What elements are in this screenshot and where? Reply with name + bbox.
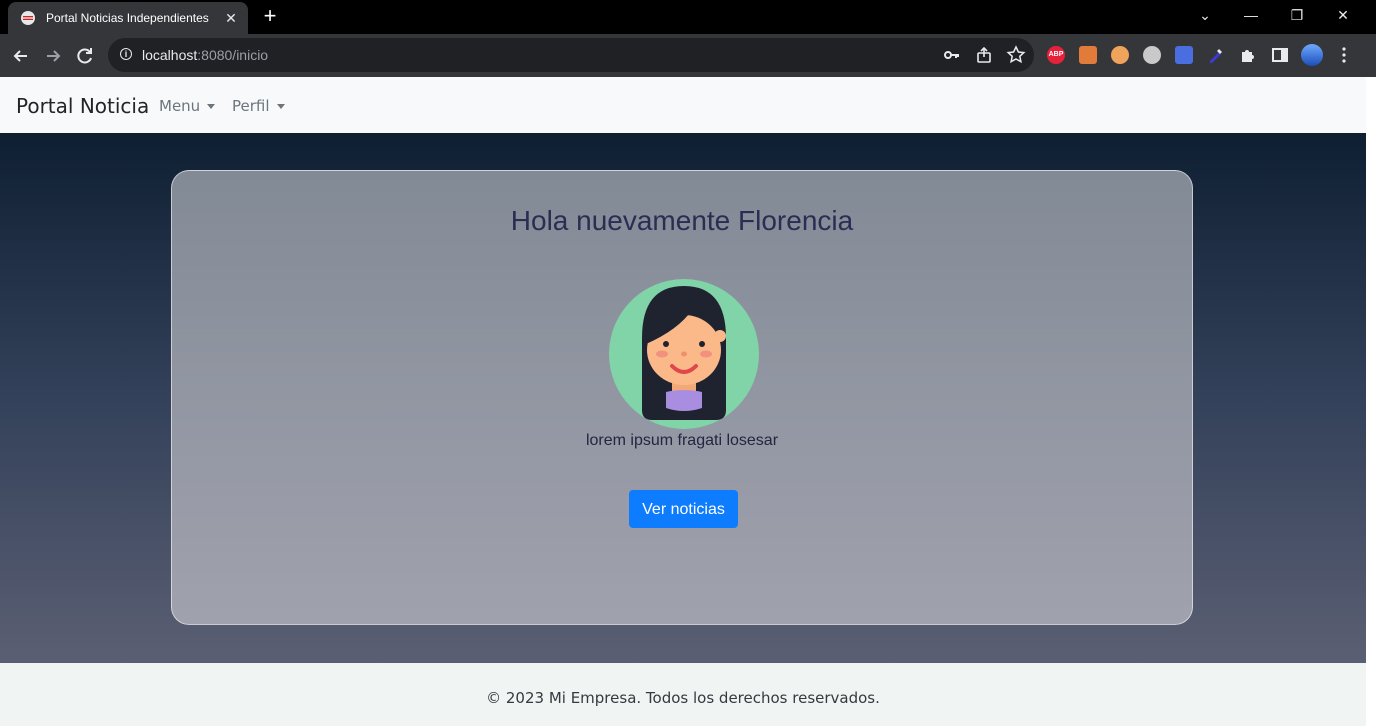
tab-search-icon[interactable]: ⌄: [1192, 4, 1218, 26]
caret-down-icon: [207, 104, 216, 109]
forward-arrow-icon[interactable]: [40, 43, 66, 69]
translate-icon[interactable]: [1175, 46, 1193, 64]
extension-icon-4[interactable]: [1143, 46, 1161, 64]
new-tab-icon[interactable]: +: [258, 4, 282, 28]
tab-title: Portal Noticias Independientes: [46, 11, 209, 25]
restore-icon[interactable]: ❐: [1284, 4, 1310, 26]
share-icon[interactable]: [974, 45, 994, 65]
site-favicon-icon: [21, 11, 35, 25]
greeting-heading: Hola nuevamente Florencia: [510, 205, 854, 236]
nav-profile-label: Perfil: [232, 97, 270, 115]
reload-icon[interactable]: [72, 43, 98, 69]
address-bar[interactable]: i localhost:8080/inicio: [108, 38, 1034, 72]
scrollbar-gutter: [1366, 77, 1376, 726]
minimize-icon[interactable]: —: [1238, 4, 1264, 26]
browser-tab-bar: Portal Noticias Independientes ✕ + ⌄ — ❐…: [0, 0, 1376, 34]
nav-menu-dropdown[interactable]: Menu: [159, 97, 216, 115]
key-icon[interactable]: [942, 45, 962, 65]
view-news-button[interactable]: Ver noticias: [629, 490, 738, 528]
navbar-brand[interactable]: Portal Noticia: [16, 94, 149, 118]
nav-profile-dropdown[interactable]: Perfil: [232, 97, 285, 115]
browser-menu-icon[interactable]: [1336, 46, 1352, 64]
welcome-card: Hola nuevamente Florencia lorem ipsum fr…: [171, 170, 1193, 625]
nav-menu-label: Menu: [159, 97, 201, 115]
browser-tab[interactable]: Portal Noticias Independientes ✕: [8, 2, 248, 34]
side-panel-icon[interactable]: [1271, 46, 1289, 64]
caret-down-icon: [276, 104, 285, 109]
extension-icon-2[interactable]: [1079, 46, 1097, 64]
tab-close-icon[interactable]: ✕: [222, 10, 240, 27]
site-info-icon[interactable]: i: [120, 48, 132, 60]
url-text[interactable]: localhost:8080/inicio: [142, 47, 268, 63]
user-avatar: [609, 279, 759, 429]
profile-avatar[interactable]: [1301, 44, 1323, 66]
extensions-puzzle-icon[interactable]: [1239, 46, 1257, 64]
main-section: Hola nuevamente Florencia lorem ipsum fr…: [0, 133, 1366, 663]
window-close-icon[interactable]: ✕: [1330, 4, 1356, 26]
back-arrow-icon[interactable]: [8, 43, 34, 69]
extension-icon-3[interactable]: [1111, 46, 1129, 64]
page-footer: © 2023 Mi Empresa. Todos los derechos re…: [0, 663, 1366, 726]
adblock-plus-icon[interactable]: ABP: [1047, 46, 1065, 64]
eyedropper-icon[interactable]: [1207, 46, 1225, 64]
card-subtitle: lorem ipsum fragati losesar: [585, 432, 779, 449]
app-navbar: Portal Noticia Menu Perfil: [0, 77, 1366, 133]
bookmark-star-icon[interactable]: [1006, 45, 1026, 65]
footer-copyright: © 2023 Mi Empresa. Todos los derechos re…: [486, 689, 880, 707]
